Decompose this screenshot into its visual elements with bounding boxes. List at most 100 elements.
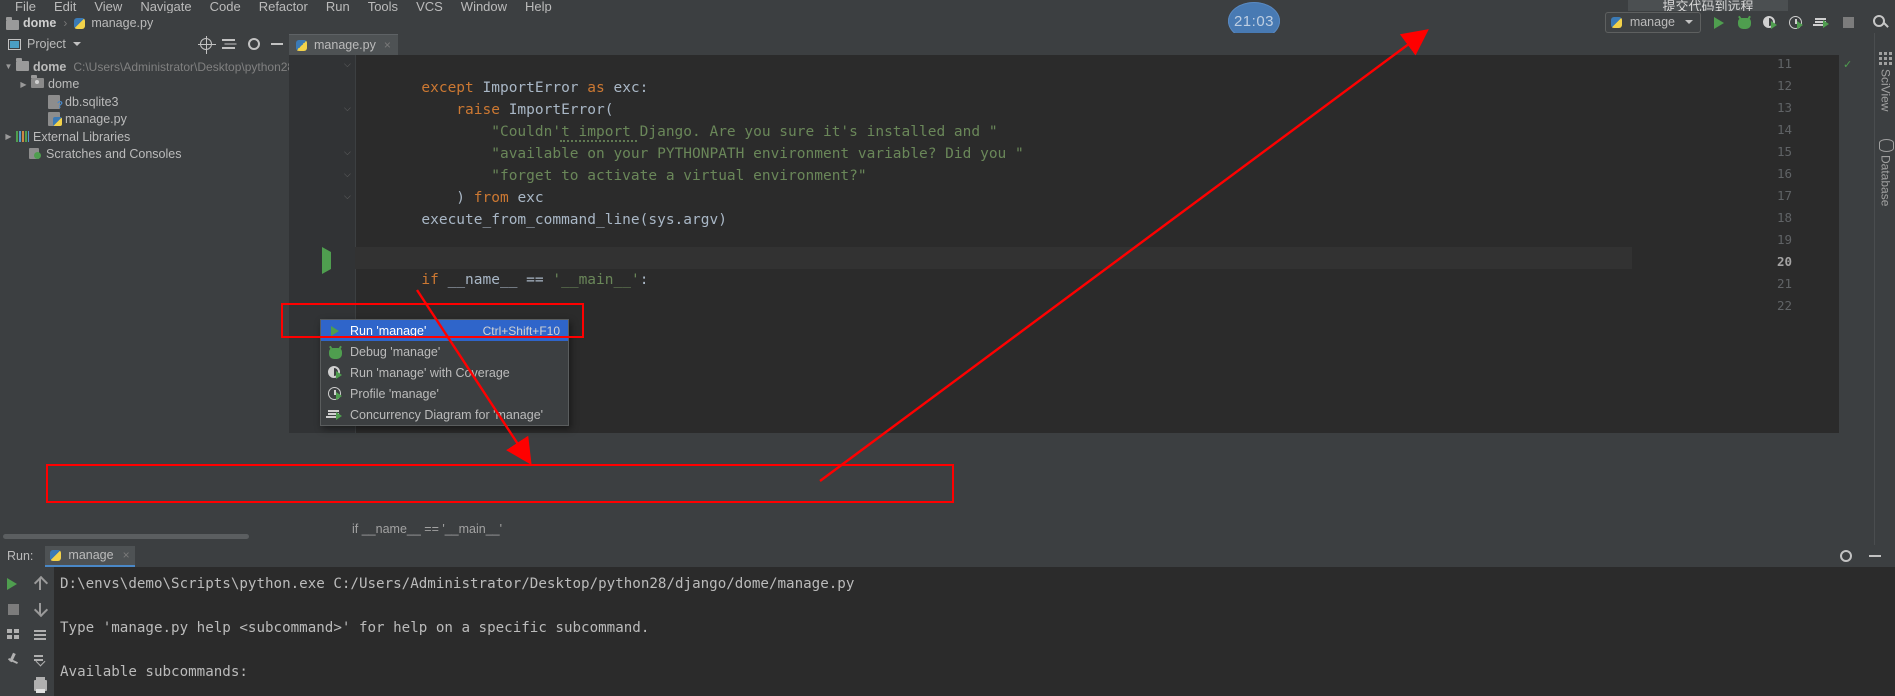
line-number: 13: [1776, 100, 1792, 115]
close-icon[interactable]: ×: [123, 548, 130, 562]
tree-item-db-sqlite3[interactable]: db.sqlite3: [0, 93, 289, 111]
menu-item-file[interactable]: File: [6, 0, 45, 13]
menu-item-tools[interactable]: Tools: [359, 0, 407, 13]
tree-item-dome-package[interactable]: ▶ dome: [0, 75, 289, 94]
annotation-box-console-command: [46, 464, 954, 503]
run-panel-label: Run:: [7, 549, 34, 563]
menu-item-view[interactable]: View: [85, 0, 131, 13]
expand-arrow-icon[interactable]: ▶: [17, 80, 30, 89]
menu-item-window[interactable]: Window: [452, 0, 516, 13]
python-file-icon: [74, 17, 87, 30]
expand-arrow-icon[interactable]: ▶: [2, 132, 15, 141]
line-number: 16: [1776, 166, 1792, 181]
breadcrumb-separator: ›: [63, 16, 68, 30]
tree-item-scratches-and-consoles[interactable]: Scratches and Consoles: [0, 146, 289, 164]
tool-tab-database[interactable]: Database: [1875, 133, 1895, 206]
breadcrumb-project[interactable]: dome: [6, 16, 56, 30]
chevron-down-icon: [1685, 20, 1693, 24]
tree-item-dome-root[interactable]: ▼ dome C:\Users\Administrator\Desktop\py…: [0, 57, 289, 76]
code-line-17: execute_from_command_line(sys.argv): [369, 187, 727, 254]
context-menu-item-profile[interactable]: Profile 'manage': [321, 383, 568, 404]
project-icon: [8, 38, 21, 50]
menu-item-vcs[interactable]: VCS: [407, 0, 452, 13]
expand-arrow-icon[interactable]: ▼: [2, 62, 15, 71]
console-line: Type 'manage.py help <subcommand>' for h…: [60, 620, 650, 636]
tree-item-manage-py[interactable]: manage.py: [0, 111, 289, 129]
line-number: 19: [1776, 232, 1792, 247]
editor-tab-label: manage.py: [314, 38, 376, 52]
chevron-down-icon[interactable]: [72, 42, 81, 46]
soft-wrap-button[interactable]: [27, 622, 54, 647]
hide-icon[interactable]: [1867, 548, 1883, 564]
main-toolbar: manage: [1604, 10, 1889, 34]
line-number: 21: [1776, 276, 1792, 291]
debug-button[interactable]: [1736, 14, 1753, 31]
fold-marker[interactable]: ⌵: [344, 148, 353, 157]
search-everywhere-button[interactable]: [1872, 14, 1889, 31]
menu-item-edit[interactable]: Edit: [45, 0, 85, 13]
fold-marker[interactable]: ⌵: [344, 104, 353, 113]
fold-marker[interactable]: ⌵: [344, 60, 353, 69]
code-token: exc:: [613, 80, 649, 97]
concurrency-icon: [328, 408, 344, 422]
run-console-output[interactable]: D:\envs\demo\Scripts\python.exe C:/Users…: [54, 567, 1895, 696]
menu-item-navigate[interactable]: Navigate: [131, 0, 200, 13]
line-number: 20: [1776, 254, 1792, 269]
pin-button[interactable]: [0, 647, 27, 672]
breadcrumb-file[interactable]: manage.py: [74, 16, 153, 30]
profile-button[interactable]: [1788, 14, 1805, 31]
settings-icon[interactable]: [1839, 548, 1855, 564]
settings-icon[interactable]: [247, 36, 263, 52]
tool-tab-label: Database: [1878, 155, 1893, 207]
run-configuration-selector[interactable]: manage: [1604, 11, 1701, 33]
editor-analysis-strip[interactable]: [1839, 55, 1849, 433]
scroll-to-end-button[interactable]: [27, 647, 54, 672]
breadcrumb-file-label: manage.py: [91, 16, 154, 30]
menu-item-refactor[interactable]: Refactor: [250, 0, 317, 13]
up-arrow-button[interactable]: [27, 572, 54, 597]
stop-button[interactable]: [0, 597, 27, 622]
run-tab-label: manage: [68, 548, 114, 562]
profile-icon: [328, 386, 344, 401]
run-gutter-marker-icon[interactable]: [322, 247, 331, 274]
stop-button[interactable]: [1840, 14, 1857, 31]
menu-item-code[interactable]: Code: [201, 0, 250, 13]
tool-tab-sciview[interactable]: SciView: [1875, 47, 1895, 111]
run-with-coverage-button[interactable]: [1762, 14, 1779, 31]
context-menu-item-run[interactable]: Run 'manage' Ctrl+Shift+F10: [321, 320, 568, 341]
editor-tab-manage-py[interactable]: manage.py ×: [289, 34, 398, 55]
close-icon[interactable]: ×: [384, 38, 391, 52]
tree-item-external-libraries[interactable]: ▶ External Libraries: [0, 128, 289, 146]
locate-icon[interactable]: [198, 36, 216, 54]
hide-icon[interactable]: [269, 36, 285, 52]
editor-tab-bar: manage.py ×: [289, 33, 1849, 55]
rerun-button[interactable]: [0, 572, 27, 597]
console-line: Available subcommands:: [60, 664, 248, 680]
run-button[interactable]: [1710, 14, 1727, 31]
line-number: 12: [1776, 78, 1792, 93]
project-horizontal-scrollbar[interactable]: [0, 533, 289, 540]
context-menu-item-concurrency-diagram[interactable]: Concurrency Diagram for 'manage': [321, 404, 568, 425]
context-menu-item-debug[interactable]: Debug 'manage': [321, 341, 568, 362]
collapse-all-icon[interactable]: [221, 36, 237, 52]
folder-icon: [6, 17, 19, 30]
context-menu-item-run-with-coverage[interactable]: Run 'manage' with Coverage: [321, 362, 568, 383]
tiles-button[interactable]: [0, 622, 27, 647]
down-arrow-button[interactable]: [27, 597, 54, 622]
run-left-toolbar: [0, 567, 27, 696]
python-file-icon: [47, 112, 62, 127]
run-context-menu[interactable]: Run 'manage' Ctrl+Shift+F10 Debug 'manag…: [320, 319, 569, 426]
line-number: 11: [1776, 56, 1792, 71]
print-button[interactable]: [27, 672, 54, 696]
context-menu-shortcut: Ctrl+Shift+F10: [482, 323, 560, 338]
menu-item-help[interactable]: Help: [516, 0, 561, 13]
scrollbar-thumb[interactable]: [3, 534, 249, 539]
code-line-20: if __name__ == '__main__':: [369, 247, 648, 314]
right-tool-strip: SciView Database: [1874, 33, 1895, 545]
fold-marker[interactable]: ⌵: [344, 170, 353, 179]
concurrency-diagram-button[interactable]: [1814, 14, 1831, 31]
run-tab-manage[interactable]: manage ×: [45, 545, 135, 567]
menu-item-run[interactable]: Run: [317, 0, 359, 13]
fold-marker[interactable]: ⌵: [344, 192, 353, 201]
